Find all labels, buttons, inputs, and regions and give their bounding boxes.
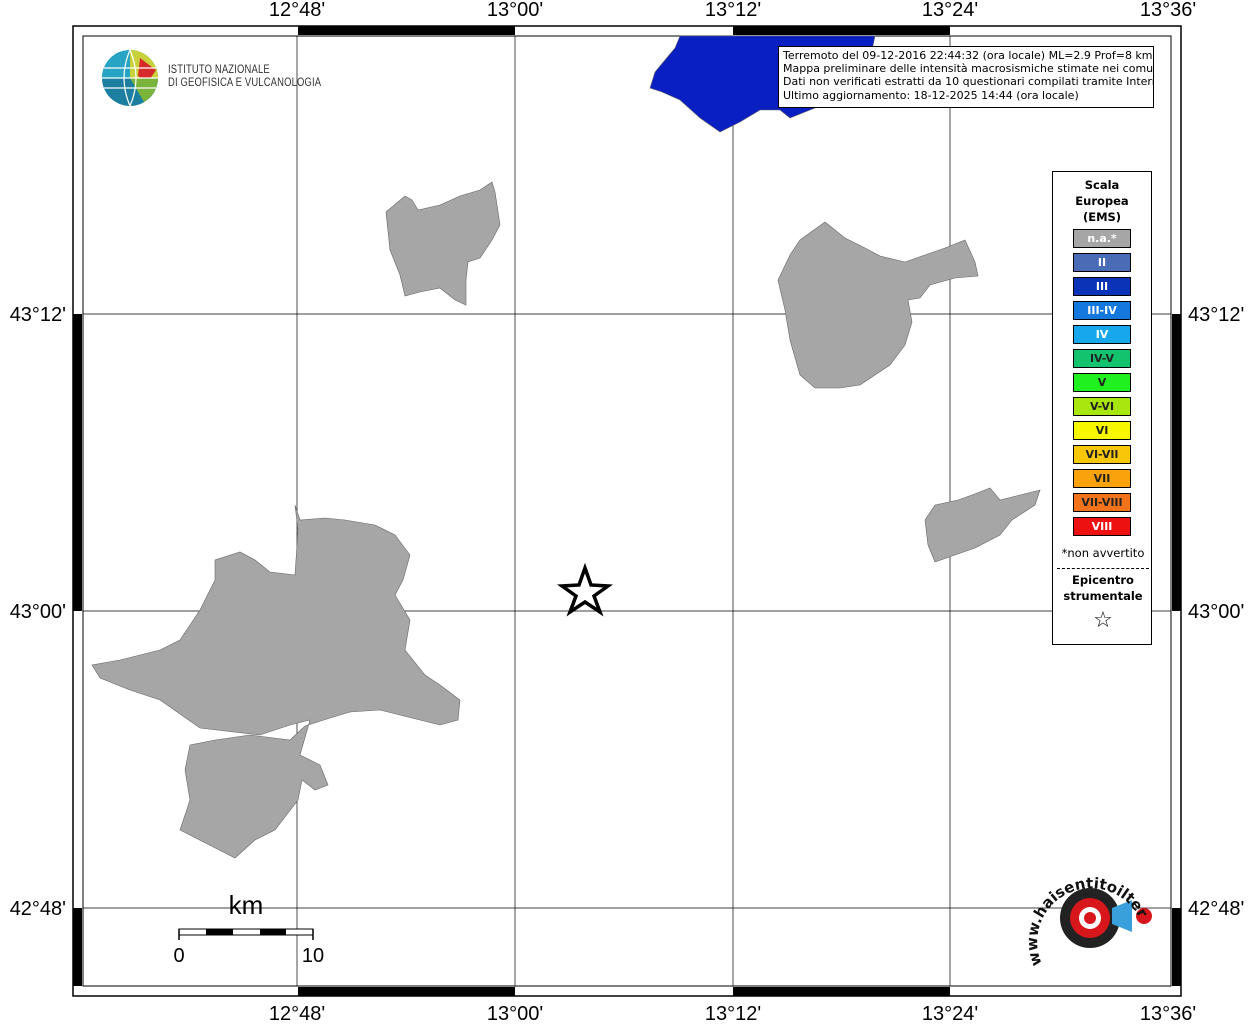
legend-title-line3: (EMS)	[1082, 210, 1122, 224]
tick-bottom-1312: 13°12'	[705, 1003, 761, 1024]
tick-left-4312: 43°12'	[10, 304, 66, 326]
area-na-north	[385, 181, 501, 306]
ingv-logo-text: ISTITUTO NAZIONALE DI GEOFISICA E VULCAN…	[168, 64, 321, 90]
event-info-line1: Terremoto del 09-12-2016 22:44:32 (ora l…	[783, 49, 1153, 62]
ingv-logo-line2: DI GEOFISICA E VULCANOLOGIA	[168, 77, 322, 89]
tick-left-4248: 42°48'	[10, 898, 66, 920]
tick-right-4312: 43°12'	[1188, 304, 1244, 326]
legend-swatch: VIII	[1073, 517, 1131, 536]
tick-right-4300: 43°00'	[1188, 601, 1244, 623]
tick-top-1312: 13°12'	[705, 0, 761, 21]
legend-title: Scala Europea (EMS)	[1053, 177, 1151, 225]
legend-swatch: II	[1073, 253, 1131, 272]
area-na-southwest	[91, 504, 461, 859]
legend-swatch: n.a.*	[1073, 229, 1131, 248]
tick-left-4300: 43°00'	[10, 601, 66, 623]
legend-title-line1: Scala	[1084, 178, 1120, 192]
ems-legend: Scala Europea (EMS) n.a.* II III III-IV IV IV…	[1052, 171, 1152, 645]
legend-epicenter-line1: Epicentro	[1072, 573, 1134, 587]
tick-bottom-1336: 13°36'	[1140, 1003, 1196, 1024]
legend-swatch: III	[1073, 277, 1131, 296]
legend-swatch: V-VI	[1073, 397, 1131, 416]
event-info-line4: Ultimo aggiornamento: 18-12-2025 14:44 (…	[783, 88, 1079, 102]
tick-top-1336: 13°36'	[1140, 0, 1196, 21]
tick-bottom-1248: 12°48'	[269, 1003, 325, 1024]
legend-swatch: V	[1073, 373, 1131, 392]
legend-epicenter-line2: strumentale	[1063, 589, 1143, 603]
tick-top-1248: 12°48'	[269, 0, 325, 21]
legend-swatch: VII	[1073, 469, 1131, 488]
scale-bar-unit: km	[229, 890, 264, 920]
globe-icon	[102, 49, 158, 107]
legend-swatch: IV-V	[1073, 349, 1131, 368]
legend-star-icon: ☆	[1093, 608, 1113, 633]
legend-swatch: VI-VII	[1073, 445, 1131, 464]
event-info-line2: Mappa preliminare delle intensità macros…	[783, 62, 1154, 76]
ingv-logo: ISTITUTO NAZIONALE DI GEOFISICA E VULCAN…	[100, 48, 321, 110]
event-info-line3: Dati non verificati estratti da 10 quest…	[783, 75, 1154, 89]
legend-title-line2: Europea	[1075, 194, 1129, 208]
area-na-east	[924, 487, 1041, 563]
legend-separator	[1057, 568, 1149, 569]
ingv-logo-line1: ISTITUTO NAZIONALE	[168, 64, 270, 76]
area-na-northeast	[777, 221, 979, 389]
legend-swatch: IV	[1073, 325, 1131, 344]
legend-epicenter-label: Epicentro strumentale	[1053, 572, 1153, 604]
legend-swatch: VII-VIII	[1073, 493, 1131, 512]
event-info-box: Terremoto del 09-12-2016 22:44:32 (ora l…	[778, 46, 1154, 108]
legend-swatch: VI	[1073, 421, 1131, 440]
epicenter-star	[556, 562, 614, 617]
hsi-logo: www.haisentitoilterremoto.it	[1028, 860, 1152, 968]
legend-swatch: III-IV	[1073, 301, 1131, 320]
tick-top-1324: 13°24'	[922, 0, 978, 21]
tick-top-1300: 13°00'	[487, 0, 543, 21]
tick-bottom-1324: 13°24'	[922, 1003, 978, 1024]
tick-right-4248: 42°48'	[1188, 898, 1244, 920]
scale-bar-end: 10	[302, 945, 324, 967]
scale-bar	[178, 928, 314, 940]
tick-bottom-1300: 13°00'	[487, 1003, 543, 1024]
scale-bar-start: 0	[173, 945, 184, 967]
legend-note: *non avvertito	[1061, 546, 1145, 560]
